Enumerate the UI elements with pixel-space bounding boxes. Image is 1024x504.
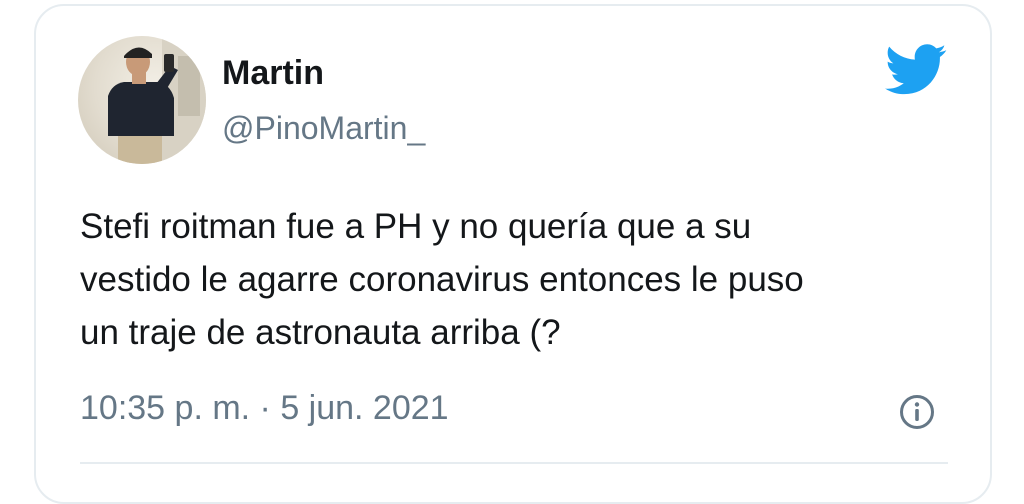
info-icon[interactable]: [899, 394, 935, 430]
tweet-timestamp[interactable]: 10:35 p. m. · 5 jun. 2021: [80, 386, 449, 430]
tweet-text: Stefi roitman fue a PH y no quería que a…: [80, 207, 804, 352]
twitter-bird-icon[interactable]: [884, 44, 948, 96]
author-handle[interactable]: @PinoMartin_: [222, 108, 425, 148]
author-name[interactable]: Martin: [222, 52, 324, 94]
divider: [80, 462, 948, 464]
avatar[interactable]: [78, 36, 206, 164]
